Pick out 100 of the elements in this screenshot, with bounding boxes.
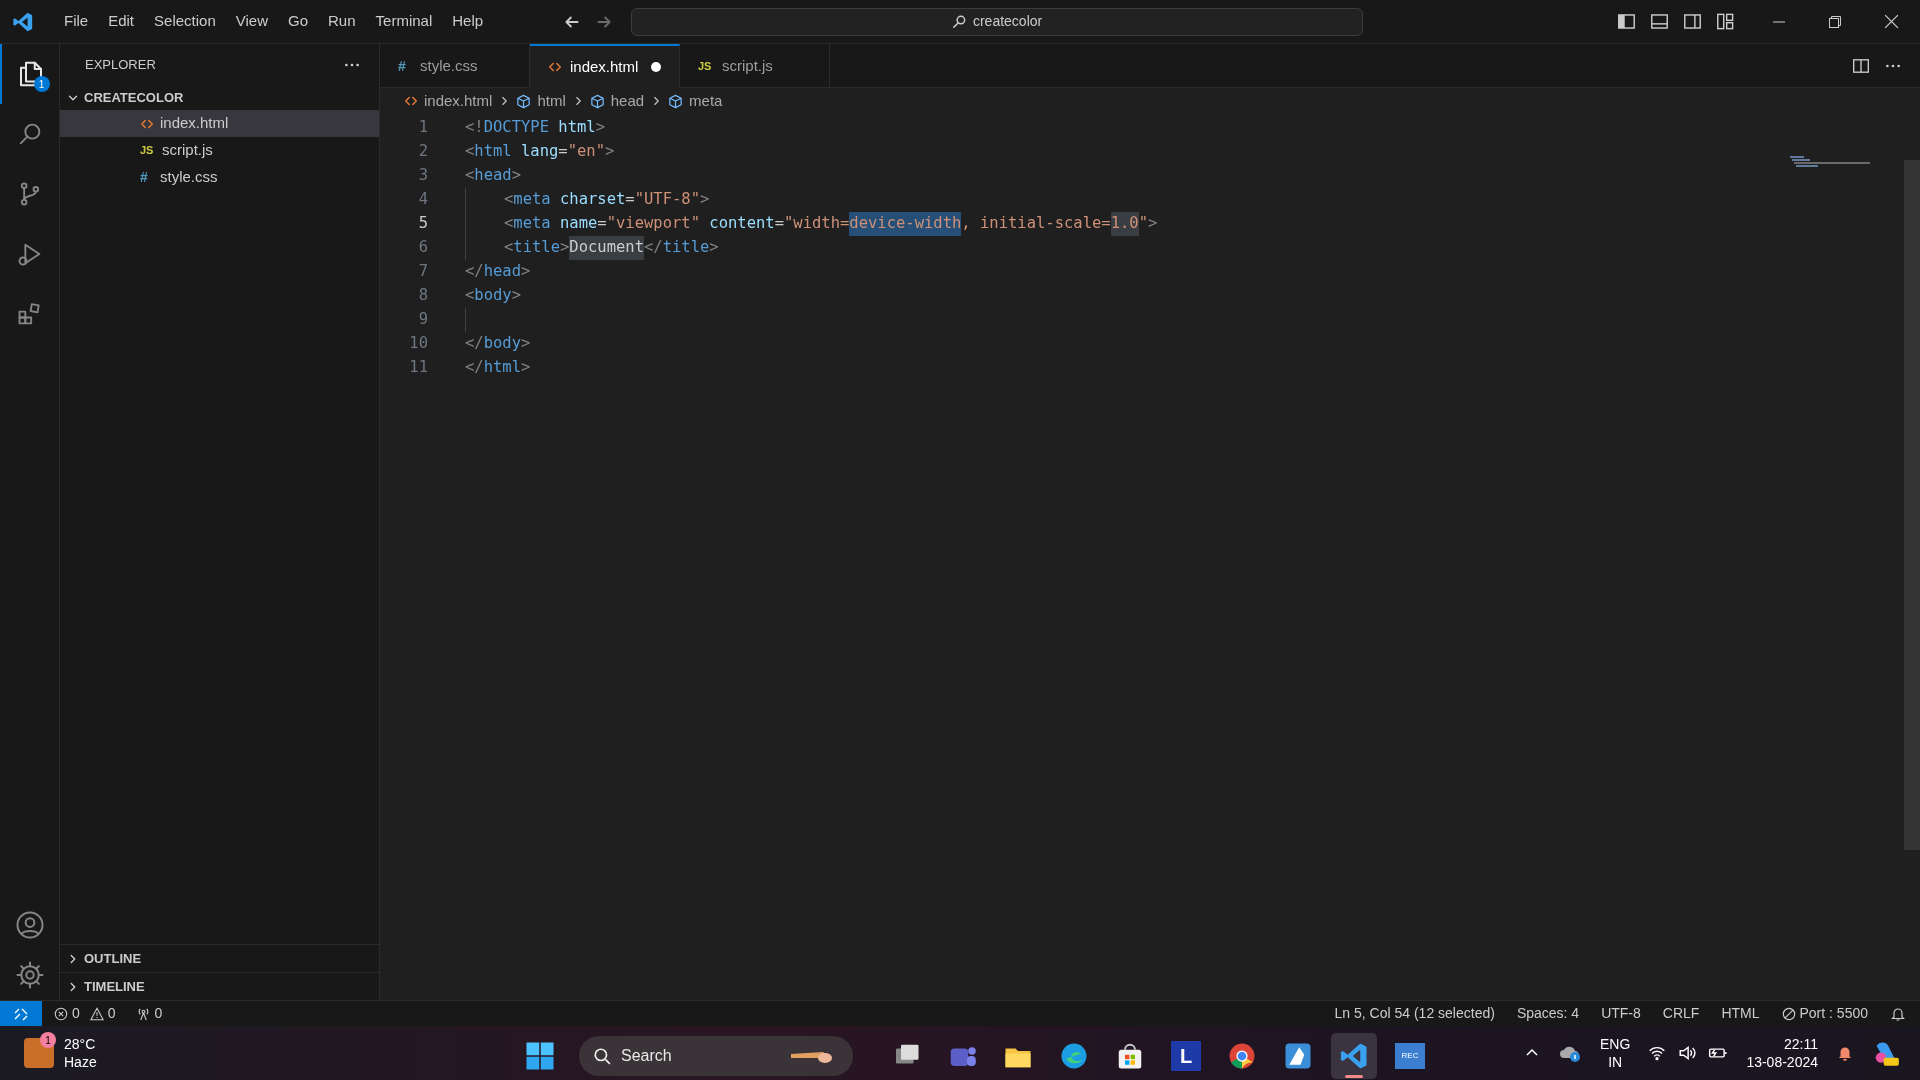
folder-name[interactable]: CREATECOLOR xyxy=(84,88,184,108)
notification-badge: 1 xyxy=(33,76,50,92)
warning-icon xyxy=(89,1006,104,1021)
notification-bell-icon[interactable] xyxy=(1836,1044,1854,1062)
taskbar-app-recorder[interactable]: REC xyxy=(1387,1033,1433,1079)
breadcrumb-item[interactable]: index.html xyxy=(424,89,493,113)
quick-settings-button[interactable] xyxy=(1648,1044,1729,1062)
line-number: 5 xyxy=(417,213,429,235)
problems-button[interactable]: 0 0 xyxy=(54,1003,116,1024)
line-number: 1 xyxy=(417,117,429,139)
line-number: 8 xyxy=(417,285,429,307)
code-text: <head> xyxy=(465,165,521,187)
language-indicator[interactable]: ENG IN xyxy=(1600,1035,1631,1071)
breadcrumb-item[interactable]: html xyxy=(537,89,566,113)
explorer-entry[interactable]: index.html xyxy=(60,110,379,137)
line-number: 11 xyxy=(408,357,429,379)
code-text: <meta charset="UTF-8"> xyxy=(504,189,710,211)
line-number: 2 xyxy=(417,141,429,163)
code-text: <!DOCTYPE html> xyxy=(465,117,605,139)
highlighted-text: 1.0 xyxy=(1110,212,1139,236)
line-number: 9 xyxy=(417,309,429,331)
selected-text: device-width xyxy=(849,212,962,236)
file-type-icon: JS xyxy=(140,142,156,159)
error-icon xyxy=(54,1006,68,1021)
code-text: </html> xyxy=(465,357,531,379)
highlighted-text: Document xyxy=(569,236,644,260)
file-type-icon: JS xyxy=(698,57,714,75)
code-text: <title> xyxy=(504,237,570,259)
vscode-logo-icon xyxy=(12,10,34,33)
remote-button[interactable] xyxy=(0,1000,42,1027)
breadcrumb-item[interactable]: head xyxy=(610,89,645,113)
menu-item[interactable]: Go xyxy=(278,10,318,33)
account-icon[interactable] xyxy=(14,910,45,940)
secondary-sidebar-icon[interactable] xyxy=(1683,12,1702,31)
line-number: 6 xyxy=(417,237,429,259)
weather-condition: Haze xyxy=(64,1053,97,1071)
code-brackets-icon xyxy=(548,60,562,74)
cube-icon xyxy=(668,93,684,109)
command-center-search[interactable]: createcolor xyxy=(631,7,1364,36)
line-number: 10 xyxy=(408,333,429,355)
code-text: </head> xyxy=(465,261,531,283)
notifications-bell-icon[interactable] xyxy=(1890,1005,1906,1022)
section-header[interactable]: OUTLINE xyxy=(84,948,142,969)
layout-grid-icon[interactable] xyxy=(1716,12,1735,31)
wifi-icon xyxy=(1648,1044,1667,1062)
temperature: 28°C xyxy=(64,1035,97,1053)
section-header[interactable]: TIMELINE xyxy=(84,976,145,997)
code-text: <meta name="viewport" content="width= xyxy=(504,213,850,235)
port-status-button[interactable]: Port : 5500 xyxy=(1781,1003,1868,1024)
line-number: 7 xyxy=(417,261,429,283)
close-icon[interactable] xyxy=(1883,13,1900,30)
active-indicator xyxy=(1345,1075,1363,1078)
status-item[interactable]: UTF-8 xyxy=(1601,1003,1641,1024)
start-button[interactable] xyxy=(525,1041,555,1071)
search-icon xyxy=(951,14,967,29)
code-text: <body> xyxy=(465,285,521,307)
speaker-icon xyxy=(1678,1044,1697,1062)
code-text: </body> xyxy=(465,333,531,355)
panel-layout-icon[interactable] xyxy=(1650,12,1669,31)
menu-item[interactable]: Help xyxy=(442,10,494,33)
status-item[interactable]: HTML xyxy=(1721,1003,1760,1024)
paint-icon xyxy=(1283,1041,1313,1071)
sidebar-title: EXPLORER xyxy=(85,56,156,75)
taskbar-app-vscode[interactable] xyxy=(1331,1033,1377,1079)
status-item[interactable]: CRLF xyxy=(1662,1003,1700,1024)
taskbar-search[interactable]: Search xyxy=(579,1036,853,1076)
line-number: 3 xyxy=(417,165,429,187)
edge-icon xyxy=(1059,1041,1089,1071)
code-text: "> xyxy=(1138,213,1158,235)
menu-item[interactable]: Edit xyxy=(98,10,145,33)
clock[interactable]: 22:11 13-08-2024 xyxy=(1746,1035,1818,1071)
explorer-entry[interactable]: # style.css xyxy=(60,164,379,191)
cube-icon xyxy=(589,93,605,109)
status-item[interactable]: Ln 5, Col 54 (12 selected) xyxy=(1334,1003,1495,1024)
split-editor-icon[interactable] xyxy=(1852,56,1870,75)
code-text: </title> xyxy=(644,237,719,259)
menu-item[interactable]: Selection xyxy=(144,10,226,33)
vscode-icon xyxy=(1339,1041,1369,1071)
settings-icon[interactable] xyxy=(14,960,45,990)
restore-icon[interactable] xyxy=(1827,13,1843,30)
no-entry-icon xyxy=(1781,1006,1796,1021)
editor-tab[interactable]: JS script.js xyxy=(680,44,830,88)
sidebar-layout-icon[interactable] xyxy=(1617,12,1636,31)
code-text: , initial-scale= xyxy=(961,213,1111,235)
cube-icon xyxy=(516,93,532,109)
status-item[interactable]: Spaces: 4 xyxy=(1516,1003,1580,1024)
taskbar-app-letter[interactable]: L xyxy=(1163,1033,1209,1079)
code-brackets-icon xyxy=(404,94,418,108)
file-type-icon: # xyxy=(398,55,412,77)
editor-tab[interactable]: index.html xyxy=(530,44,680,88)
menu-item[interactable]: Run xyxy=(318,10,366,33)
line-number: 4 xyxy=(417,189,429,211)
breadcrumb-item[interactable]: meta xyxy=(689,89,723,113)
menu-item[interactable]: View xyxy=(225,10,278,33)
ports-button[interactable]: 0 xyxy=(135,1003,163,1024)
code-text: <html lang="en"> xyxy=(465,141,615,163)
menu-item[interactable]: Terminal xyxy=(365,10,443,33)
notification-badge: 1 xyxy=(40,1032,56,1048)
menu-item[interactable]: File xyxy=(54,10,99,33)
explorer-entry[interactable]: JS script.js xyxy=(60,137,379,164)
